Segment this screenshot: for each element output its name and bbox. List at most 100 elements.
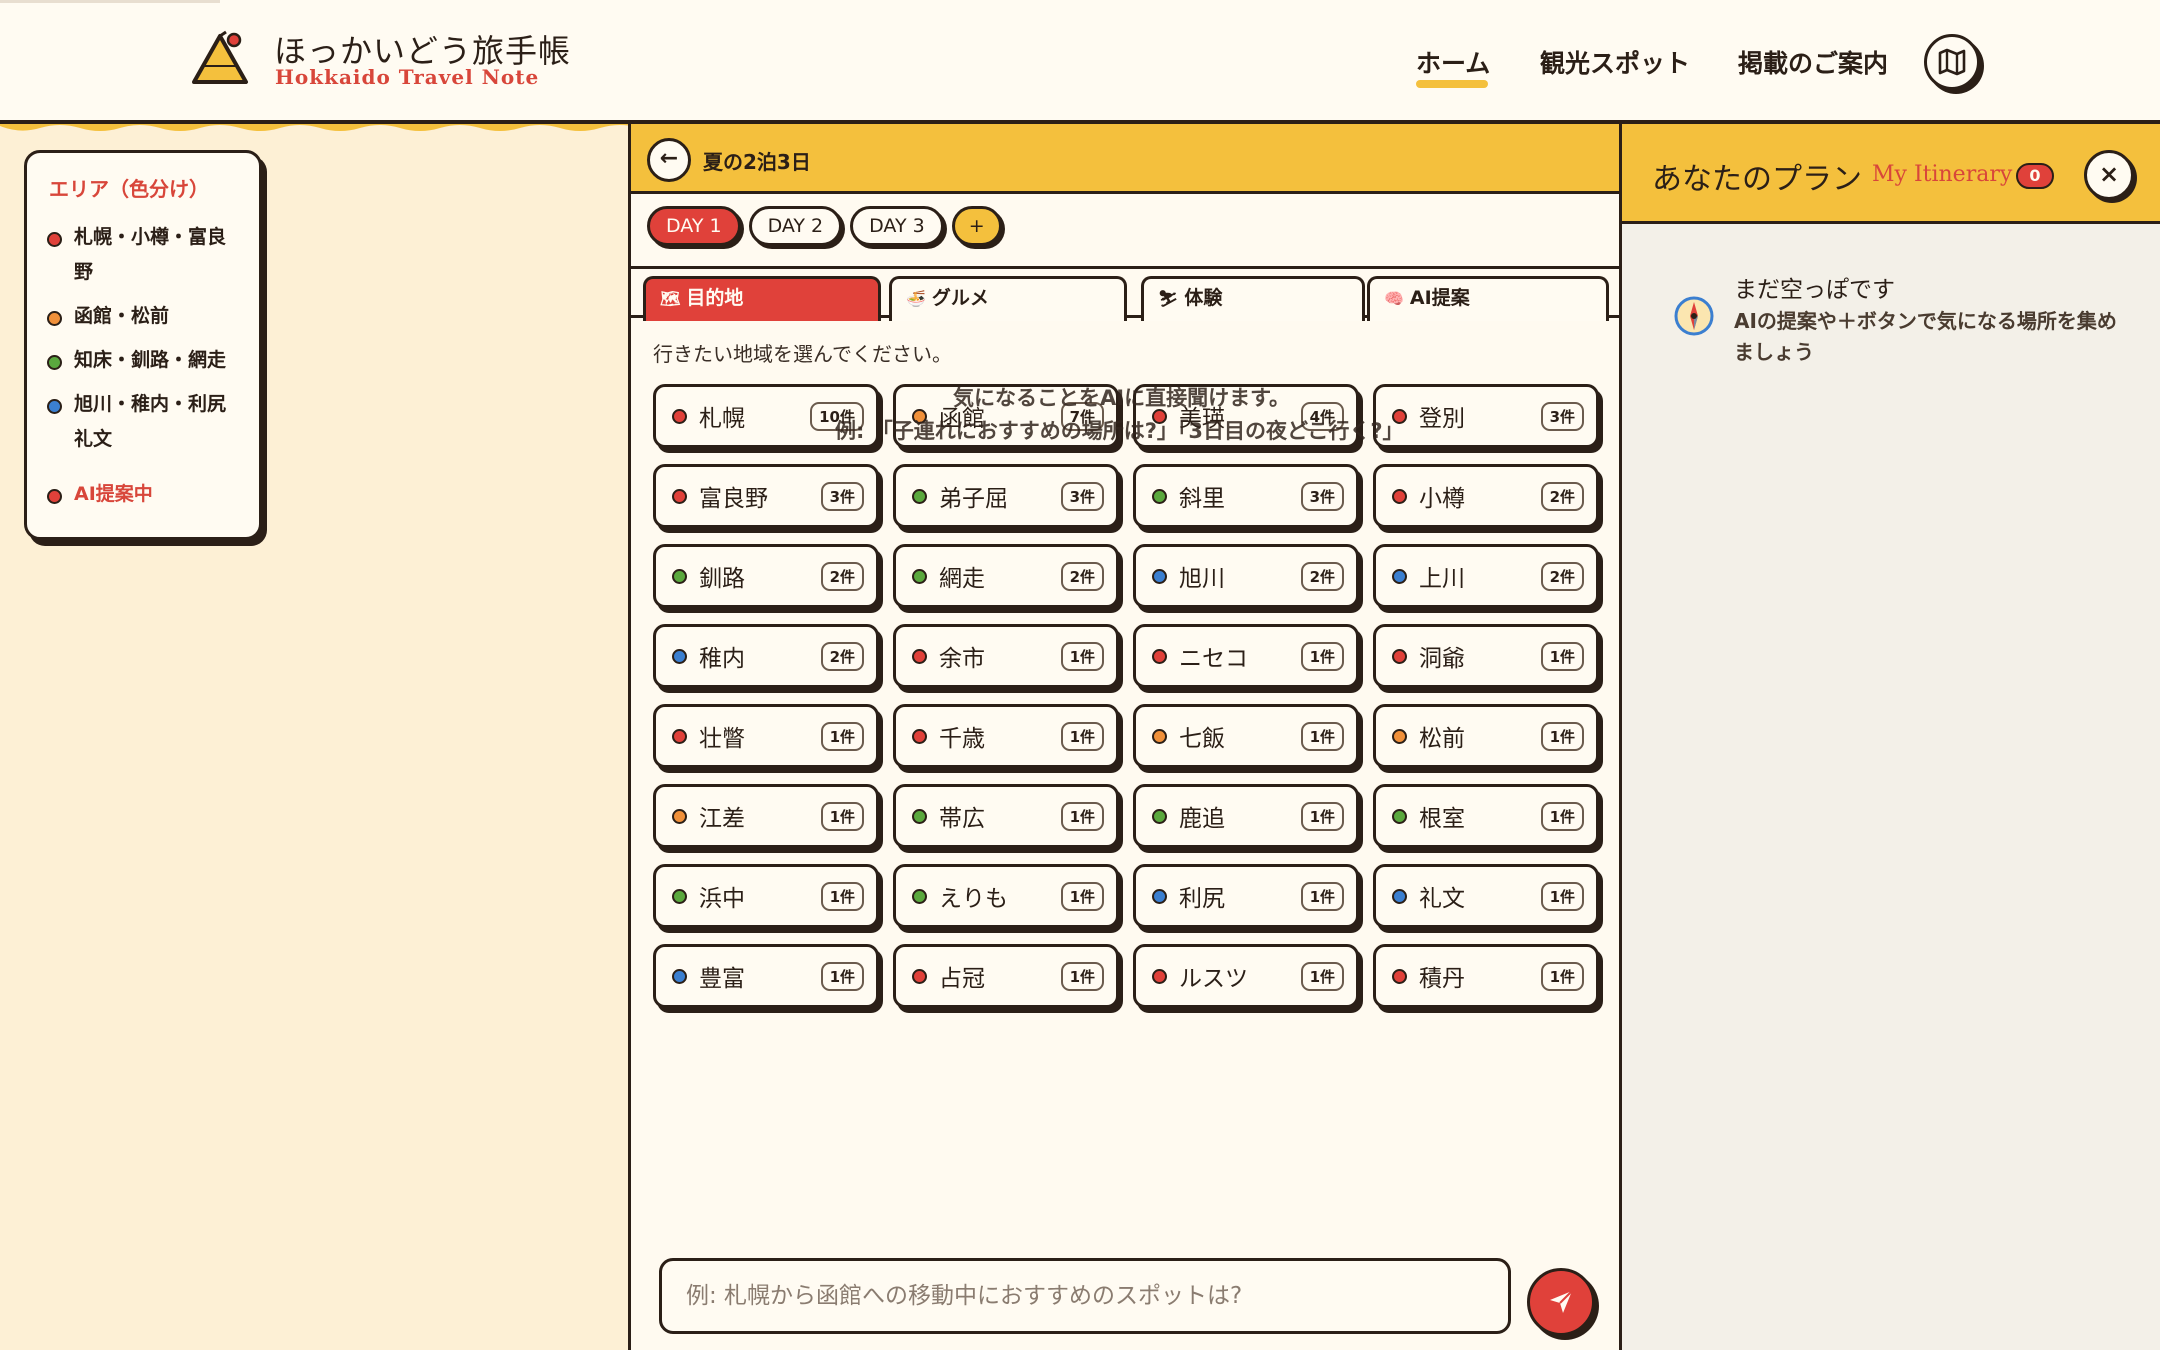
tab-label: グルメ <box>931 287 989 309</box>
region-chip[interactable]: 千歳 1件 <box>893 704 1119 768</box>
nav-listing-info[interactable]: 掲載のご案内 <box>1738 44 1888 80</box>
region-name: 札幌 <box>699 406 745 432</box>
region-count-badge: 3件 <box>1060 481 1104 511</box>
map-icon: 🗺 <box>660 289 681 308</box>
region-count-badge: 1件 <box>1540 641 1584 671</box>
region-chip[interactable]: 豊富 1件 <box>653 944 879 1008</box>
region-chip[interactable]: 網走 2件 <box>893 544 1119 608</box>
tab-ai-suggest[interactable]: 🧠 AI提案 <box>1367 276 1609 321</box>
region-chip[interactable]: 登別 3件 <box>1373 384 1599 448</box>
region-chip[interactable]: 小樽 2件 <box>1373 464 1599 528</box>
region-name: 稚内 <box>699 646 745 672</box>
ramen-icon: 🍜 <box>906 289 926 308</box>
area-color-dot <box>1152 808 1167 824</box>
region-chip[interactable]: 帯広 1件 <box>893 784 1119 848</box>
region-chip[interactable]: えりも 1件 <box>893 864 1119 928</box>
nav-spots[interactable]: 観光スポット <box>1540 44 1690 80</box>
day-tab-3[interactable]: DAY 3 <box>850 206 944 246</box>
back-button[interactable]: ← <box>647 138 691 182</box>
legend-ai-label: AI提案中 <box>74 483 153 505</box>
region-chip[interactable]: 上川 2件 <box>1373 544 1599 608</box>
region-chip[interactable]: 弟子屈 3件 <box>893 464 1119 528</box>
region-name: 礼文 <box>1419 886 1465 912</box>
itinerary-title: あなたのプラン <box>1652 162 1862 197</box>
region-name: 江差 <box>699 806 745 832</box>
region-chip[interactable]: 釧路 2件 <box>653 544 879 608</box>
region-count-badge: 1件 <box>1540 721 1584 751</box>
region-chip[interactable]: 利尻 1件 <box>1133 864 1359 928</box>
region-chip[interactable]: 鹿追 1件 <box>1133 784 1359 848</box>
day-tab-2[interactable]: DAY 2 <box>748 206 843 246</box>
map-icon <box>1938 48 1966 76</box>
region-count-badge: 1件 <box>1540 801 1584 831</box>
region-name: 富良野 <box>699 486 768 512</box>
chat-input[interactable] <box>659 1258 1511 1334</box>
region-name: 利尻 <box>1179 886 1225 912</box>
region-chip[interactable]: 根室 1件 <box>1373 784 1599 848</box>
region-count-badge: 1件 <box>1060 961 1104 991</box>
region-name: 旭川 <box>1179 566 1225 592</box>
region-chip[interactable]: ニセコ 1件 <box>1133 624 1359 688</box>
trip-planner-panel: ← 夏の2泊3日 DAY 1 DAY 2 DAY 3 + 🗺 目的地 🍜 グルメ ⛷… <box>628 124 1622 1350</box>
brain-icon: 🧠 <box>1384 289 1404 308</box>
area-color-dot <box>1392 808 1407 824</box>
region-chip[interactable]: 札幌 10件 <box>653 384 879 448</box>
area-color-dot <box>1152 408 1167 424</box>
region-chip[interactable]: 占冠 1件 <box>893 944 1119 1008</box>
area-color-dot <box>1392 968 1407 984</box>
add-day-button[interactable]: + <box>951 206 1002 246</box>
trip-header: ← 夏の2泊3日 <box>631 124 1619 194</box>
region-name: 美瑛 <box>1179 406 1225 432</box>
region-name: ルスツ <box>1179 966 1248 992</box>
legend-item-ai: AI提案中 <box>47 477 239 512</box>
area-color-dot <box>672 888 687 904</box>
send-button[interactable] <box>1527 1268 1595 1336</box>
area-color-dot <box>672 488 687 504</box>
region-chip[interactable]: 稚内 2件 <box>653 624 879 688</box>
region-chip[interactable]: 旭川 2件 <box>1133 544 1359 608</box>
region-chip[interactable]: ルスツ 1件 <box>1133 944 1359 1008</box>
nav-home[interactable]: ホーム <box>1416 44 1490 80</box>
region-chip[interactable]: 斜里 3件 <box>1133 464 1359 528</box>
legend-item-asahikawa: 旭川・稚内・利尻礼文 <box>47 387 239 457</box>
region-count-badge: 1件 <box>820 961 864 991</box>
area-color-dot <box>1152 568 1167 584</box>
header-wave-divider <box>0 124 640 131</box>
region-chip[interactable]: 洞爺 1件 <box>1373 624 1599 688</box>
area-color-dot <box>1152 728 1167 744</box>
region-name: 帯広 <box>939 806 985 832</box>
site-header: ほっかいどう旅手帳 Hokkaido Travel Note ホーム 観光スポッ… <box>0 0 2160 124</box>
region-count-badge: 1件 <box>1060 801 1104 831</box>
region-chip[interactable]: 礼文 1件 <box>1373 864 1599 928</box>
area-color-dot <box>1392 488 1407 504</box>
region-chip[interactable]: 松前 1件 <box>1373 704 1599 768</box>
region-chip[interactable]: 江差 1件 <box>653 784 879 848</box>
region-chip[interactable]: 余市 1件 <box>893 624 1119 688</box>
region-chip[interactable]: 函館 7件 <box>893 384 1119 448</box>
empty-state-title: まだ空っぽです <box>1734 277 1895 303</box>
region-count-badge: 1件 <box>820 801 864 831</box>
map-button[interactable] <box>1924 34 1980 90</box>
close-button[interactable]: × <box>2084 150 2134 200</box>
region-chip[interactable]: 美瑛 4件 <box>1133 384 1359 448</box>
region-chip[interactable]: 七飯 1件 <box>1133 704 1359 768</box>
legend-dot-blue <box>47 399 62 414</box>
region-chip[interactable]: 壮瞥 1件 <box>653 704 879 768</box>
tab-experience[interactable]: ⛷ 体験 <box>1141 276 1365 321</box>
region-chip[interactable]: 富良野 3件 <box>653 464 879 528</box>
region-chip[interactable]: 浜中 1件 <box>653 864 879 928</box>
compass-icon <box>1674 296 1714 336</box>
tab-destination[interactable]: 🗺 目的地 <box>643 276 881 321</box>
itinerary-header: あなたのプラン My Itinerary 0 × <box>1622 124 2160 224</box>
area-color-dot <box>1392 888 1407 904</box>
day-tab-1[interactable]: DAY 1 <box>647 206 741 246</box>
region-name: 壮瞥 <box>699 726 745 752</box>
category-tabs: 🗺 目的地 🍜 グルメ ⛷ 体験 🧠 AI提案 <box>631 266 1619 321</box>
area-color-dot <box>1152 968 1167 984</box>
region-count-badge: 1件 <box>1540 881 1584 911</box>
region-chip[interactable]: 積丹 1件 <box>1373 944 1599 1008</box>
area-color-dot <box>1392 408 1407 424</box>
area-color-dot <box>912 808 927 824</box>
tab-gourmet[interactable]: 🍜 グルメ <box>889 276 1127 321</box>
mountain-logo-icon[interactable] <box>190 30 250 86</box>
